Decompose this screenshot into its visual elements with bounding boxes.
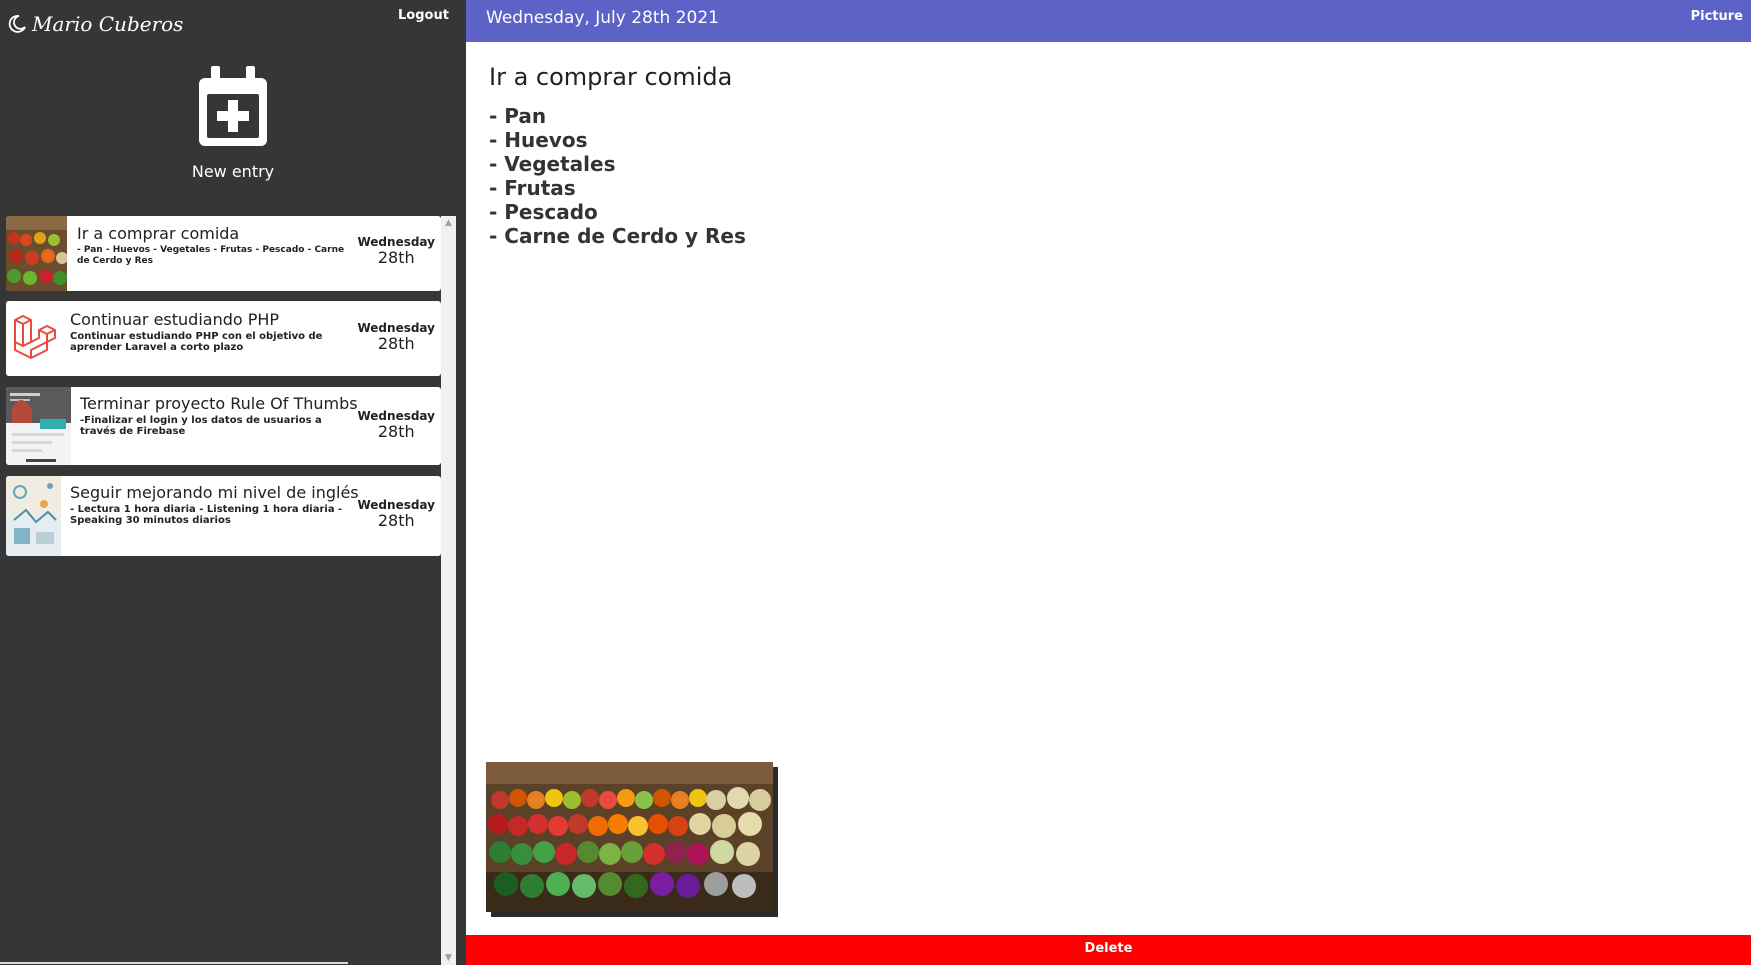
- new-entry-label: New entry: [191, 162, 275, 181]
- note-body[interactable]: - Pan - Huevos - Vegetales - Frutas - Pe…: [489, 104, 746, 248]
- entry-thumbnail: [6, 476, 61, 556]
- main-panel: Wednesday, July 28th 2021 Picture Ir a c…: [466, 0, 1751, 965]
- note-title[interactable]: Ir a comprar comida: [489, 63, 732, 91]
- entry-list-scrollbar[interactable]: ▲ ▼: [441, 216, 456, 965]
- entry-body: Continuar estudiando PHP Continuar estud…: [70, 310, 360, 354]
- top-bar: Wednesday, July 28th 2021 Picture: [466, 0, 1751, 42]
- entry-date-number: 28th: [377, 248, 415, 267]
- entry-description: Continuar estudiando PHP con el objetivo…: [70, 331, 323, 353]
- entry-date-title: Wednesday, July 28th 2021: [486, 8, 719, 28]
- entry-item[interactable]: Continuar estudiando PHP Continuar estud…: [6, 301, 441, 376]
- entry-date: Wednesday 28th: [357, 321, 435, 353]
- entry-day: Wednesday: [357, 498, 435, 512]
- entry-title: Seguir mejorando mi nivel de inglés: [70, 483, 359, 502]
- scroll-up-arrow-icon[interactable]: ▲: [441, 216, 456, 230]
- entry-body: Terminar proyecto Rule Of Thumbs -Finali…: [80, 394, 360, 438]
- entry-thumbnail: [6, 387, 71, 465]
- note-line: - Carne de Cerdo y Res: [489, 224, 746, 248]
- entry-date: Wednesday 28th: [357, 235, 435, 267]
- note-line: - Vegetales: [489, 152, 616, 176]
- entry-title: Continuar estudiando PHP: [70, 310, 280, 329]
- entry-date-number: 28th: [377, 511, 415, 530]
- entry-date: Wednesday 28th: [357, 409, 435, 441]
- entry-title: Terminar proyecto Rule Of Thumbs: [80, 394, 358, 413]
- entry-body: Seguir mejorando mi nivel de inglés - Le…: [70, 483, 360, 527]
- laravel-logo-icon: [6, 301, 60, 376]
- new-entry-button[interactable]: New entry: [0, 66, 466, 181]
- user-name: Mario Cuberos: [32, 12, 184, 36]
- calendar-plus-icon: [199, 66, 267, 146]
- entry-description: - Lectura 1 hora diaria - Listening 1 ho…: [70, 504, 343, 526]
- note-line: - Pescado: [489, 200, 598, 224]
- entry-description: -Finalizar el login y los datos de usuar…: [80, 415, 322, 437]
- entry-item[interactable]: Seguir mejorando mi nivel de inglés - Le…: [6, 476, 441, 556]
- entry-description: - Pan - Huevos - Vegetales - Frutas - Pe…: [77, 245, 345, 266]
- entry-date-number: 28th: [377, 422, 415, 441]
- scroll-down-arrow-icon[interactable]: ▼: [441, 951, 456, 965]
- entry-date: Wednesday 28th: [357, 498, 435, 530]
- produce-stand-picture: [486, 762, 773, 912]
- entry-day: Wednesday: [357, 235, 435, 249]
- entry-date-number: 28th: [377, 334, 415, 353]
- entry-day: Wednesday: [357, 321, 435, 335]
- entry-day: Wednesday: [357, 409, 435, 423]
- logout-button[interactable]: Logout: [398, 8, 449, 23]
- horizontal-scrollbar[interactable]: [0, 962, 348, 964]
- entry-list: Ir a comprar comida - Pan - Huevos - Veg…: [0, 216, 466, 965]
- sidebar: Mario Cuberos Logout New entry Ir a comp…: [0, 0, 466, 965]
- entry-item[interactable]: Terminar proyecto Rule Of Thumbs -Finali…: [6, 387, 441, 465]
- note-line: - Pan: [489, 104, 547, 128]
- entry-title: Ir a comprar comida: [77, 224, 240, 243]
- sidebar-header: Mario Cuberos Logout: [0, 0, 466, 50]
- entry-picture: [486, 762, 778, 917]
- delete-button[interactable]: Delete: [466, 935, 1751, 965]
- note-line: - Huevos: [489, 128, 588, 152]
- entry-thumbnail: [6, 216, 67, 291]
- moon-icon: [8, 15, 26, 33]
- entry-body: Ir a comprar comida - Pan - Huevos - Veg…: [77, 225, 357, 267]
- entry-item[interactable]: Ir a comprar comida - Pan - Huevos - Veg…: [6, 216, 441, 291]
- note-line: - Frutas: [489, 176, 576, 200]
- picture-button[interactable]: Picture: [1691, 9, 1743, 24]
